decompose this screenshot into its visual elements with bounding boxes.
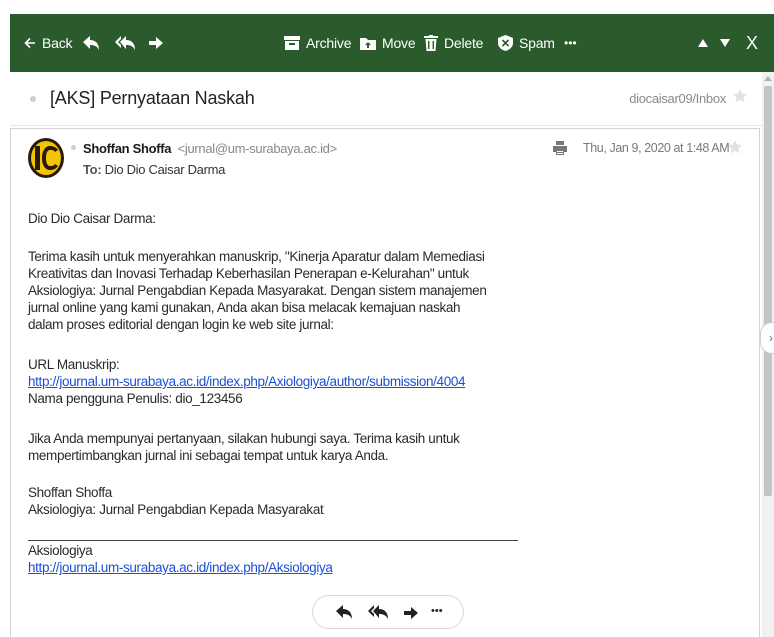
signature-journal: Aksiologiya: Jurnal Pengabdian Kepada Ma… [28, 502, 324, 517]
close-button[interactable]: X [746, 14, 758, 72]
paragraph-line: dalam proses editorial dengan login ke w… [28, 317, 334, 332]
close-icon: X [746, 32, 759, 53]
paragraph-1: Terima kasih untuk menyerahkan manuskrip… [28, 248, 487, 333]
reply-button[interactable] [82, 14, 100, 72]
username-text: Nama pengguna Penulis: dio_123456 [28, 391, 243, 406]
paragraph-line: jurnal online yang kami gunakan, Anda ak… [28, 300, 461, 315]
previous-message-button[interactable] [698, 14, 708, 72]
move-label: Move [382, 35, 416, 51]
journal-home-link[interactable]: http://journal.um-surabaya.ac.id/index.p… [28, 559, 333, 576]
printer-icon[interactable] [553, 141, 567, 155]
message-date: Thu, Jan 9, 2020 at 1:48 AM [583, 141, 730, 155]
recipient-line: To: Dio Dio Caisar Darma [83, 162, 225, 177]
archive-button[interactable]: Archive [284, 14, 351, 72]
url-block: URL Manuskrip: http://journal.um-surabay… [28, 356, 466, 407]
greeting-text: Dio Dio Caisar Darma: [28, 211, 156, 226]
signature-name: Shoffan Shoffa [28, 485, 112, 500]
star-icon[interactable] [732, 88, 748, 104]
triangle-up-icon [698, 39, 708, 47]
reply-icon[interactable] [335, 604, 353, 620]
archive-icon [284, 36, 300, 50]
reply-all-icon[interactable] [367, 604, 389, 620]
footer-name: Aksiologiya [28, 543, 93, 558]
message-toolbar: Back Archive Move Delete Spam ••• X [10, 14, 774, 72]
sender-avatar[interactable] [27, 137, 65, 179]
subject-bar: [AKS] Pernyataan Naskah diocaisar09/Inbo… [10, 72, 762, 126]
paragraph-line: Terima kasih untuk menyerahkan manuskrip… [28, 249, 485, 264]
chevron-right-icon: › [769, 331, 773, 345]
spam-label: Spam [519, 35, 555, 51]
more-actions-button[interactable]: ••• [564, 14, 577, 72]
reply-all-icon [115, 36, 135, 50]
forward-icon[interactable] [403, 606, 419, 620]
reply-all-button[interactable] [114, 14, 136, 72]
scrollbar-thumb[interactable] [764, 86, 772, 496]
message-star-icon[interactable] [727, 139, 743, 155]
sender-name[interactable]: Shoffan Shoffa [83, 141, 172, 156]
paragraph-line: Kreativitas dan Inovasi Terhadap Keberha… [28, 266, 469, 281]
arrow-left-icon [24, 37, 35, 49]
sender-email[interactable]: <jurnal@um-surabaya.ac.id> [178, 141, 338, 156]
sender-line: Shoffan Shoffa <jurnal@um-surabaya.ac.id… [83, 141, 337, 156]
recipient-name[interactable]: Dio Dio Caisar Darma [105, 162, 226, 177]
delete-label: Delete [444, 35, 484, 51]
more-icon[interactable]: ••• [431, 605, 443, 617]
back-button[interactable]: Back [24, 14, 73, 72]
paragraph-line: Aksiologiya: Jurnal Pengabdian Kepada Ma… [28, 283, 487, 298]
paragraph-line: Jika Anda mempunyai pertanyaan, silakan … [28, 431, 460, 446]
to-label: To: [83, 162, 102, 177]
side-panel-handle[interactable]: › [760, 322, 774, 354]
footer-block: Aksiologiya http://journal.um-surabaya.a… [28, 542, 333, 576]
url-label: URL Manuskrip: [28, 357, 120, 372]
subject-title: [AKS] Pernyataan Naskah [50, 88, 255, 108]
move-folder-icon [360, 38, 376, 50]
reply-icon [83, 36, 99, 50]
paragraph-line: mempertimbangkan jurnal ini sebagai temp… [28, 448, 389, 463]
trash-icon [424, 35, 438, 51]
triangle-down-icon [720, 39, 730, 47]
scroll-up-arrow-icon[interactable] [764, 76, 772, 81]
next-message-button[interactable] [720, 14, 730, 72]
forward-button[interactable] [148, 14, 164, 72]
move-button[interactable]: Move [360, 14, 416, 72]
folder-label[interactable]: diocaisar09/Inbox [629, 91, 726, 106]
manuscript-url-link[interactable]: http://journal.um-surabaya.ac.id/index.p… [28, 373, 466, 390]
spam-button[interactable]: Spam [498, 14, 555, 72]
delete-button[interactable]: Delete [424, 14, 483, 72]
more-icon: ••• [564, 36, 577, 50]
spam-shield-icon [498, 35, 513, 51]
archive-label: Archive [306, 35, 352, 51]
signature-divider [28, 540, 518, 541]
read-status-dot-icon [71, 145, 76, 150]
signature-block: Shoffan Shoffa Aksiologiya: Jurnal Penga… [28, 484, 324, 518]
forward-icon [149, 37, 163, 49]
back-label: Back [42, 35, 73, 51]
quick-reply-bar: ••• [312, 595, 464, 629]
unread-dot-icon [30, 96, 36, 102]
paragraph-2: Jika Anda mempunyai pertanyaan, silakan … [28, 430, 460, 464]
